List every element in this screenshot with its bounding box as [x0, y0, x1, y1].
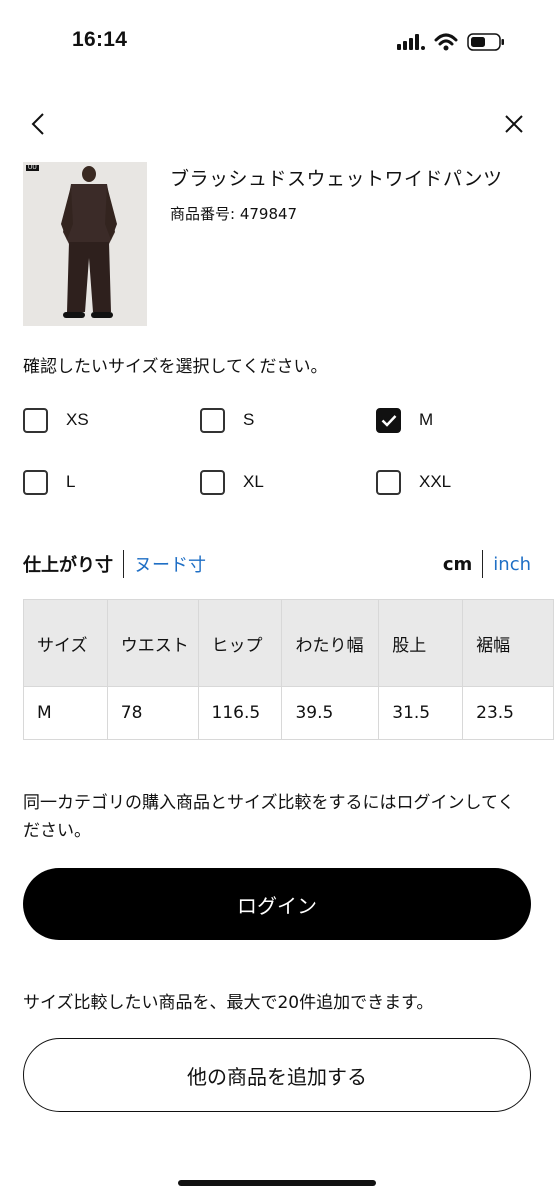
product-image[interactable]: UU	[23, 162, 147, 326]
size-option-m[interactable]: M	[376, 404, 433, 436]
size-option-xs[interactable]: XS	[23, 404, 89, 436]
login-button[interactable]: ログイン	[23, 868, 531, 940]
status-icons	[396, 30, 506, 54]
finished-size-tab[interactable]: 仕上がり寸	[23, 551, 113, 577]
table-header-row: サイズ ウエスト ヒップ わたり幅 股上 裾幅	[23, 599, 554, 687]
back-button[interactable]	[18, 104, 58, 144]
table-cell: 31.5	[378, 686, 464, 740]
chevron-left-icon	[31, 113, 44, 135]
compare-login-message: 同一カテゴリの購入商品とサイズ比較をするにはログインしてください。	[23, 793, 515, 841]
table-header: 股上	[378, 599, 464, 687]
checkmark-icon	[381, 414, 396, 427]
size-option-label: XL	[243, 472, 264, 491]
table-cell: 116.5	[197, 686, 283, 740]
home-indicator[interactable]	[178, 1180, 376, 1186]
table-header: 裾幅	[462, 599, 554, 687]
nude-size-tab[interactable]: ヌード寸	[134, 551, 206, 577]
size-option-label: XS	[66, 410, 89, 429]
table-cell: 78	[106, 686, 199, 740]
status-time: 16:14	[72, 28, 128, 51]
size-option-label: M	[419, 410, 434, 429]
product-name: ブラッシュドスウェットワイドパンツ	[170, 168, 503, 190]
table-cell: 23.5	[462, 686, 554, 740]
add-products-message: サイズ比較したい商品を、最大で20件追加できます。	[23, 993, 434, 1013]
divider	[123, 550, 124, 578]
size-select-prompt: 確認したいサイズを選択してください。	[23, 357, 328, 377]
checkbox-checked[interactable]	[376, 407, 401, 433]
close-icon	[505, 115, 523, 133]
checkbox[interactable]	[376, 469, 401, 495]
table-cell: 39.5	[281, 686, 380, 740]
size-option-label: L	[66, 472, 76, 491]
table-header: サイズ	[23, 599, 108, 687]
size-option-xl[interactable]: XL	[200, 466, 264, 498]
measurement-toggle-row: 仕上がり寸 ヌード寸 cm inch	[23, 548, 531, 580]
size-option-s[interactable]: S	[200, 404, 254, 436]
size-option-l[interactable]: L	[23, 466, 75, 498]
table-cell: M	[23, 686, 108, 740]
unit-cm-toggle[interactable]: cm	[443, 554, 472, 575]
table-header: わたり幅	[281, 599, 380, 687]
product-code: 商品番号: 479847	[170, 205, 298, 223]
checkbox[interactable]	[23, 407, 48, 433]
battery-icon	[467, 33, 504, 51]
table-header: ウエスト	[106, 599, 199, 687]
size-option-label: XXL	[419, 472, 452, 491]
checkbox[interactable]	[23, 469, 48, 495]
checkbox[interactable]	[200, 469, 225, 495]
cellular-signal-icon	[397, 33, 504, 51]
table-row: M 78 116.5 39.5 31.5 23.5	[23, 686, 554, 740]
divider	[482, 550, 484, 578]
size-option-label: S	[243, 410, 255, 429]
brand-badge: UU	[26, 165, 39, 171]
size-option-xxl[interactable]: XXL	[376, 466, 451, 498]
size-table: サイズ ウエスト ヒップ わたり幅 股上 裾幅 M 78 116.5 39.5 …	[23, 599, 554, 740]
table-header: ヒップ	[197, 599, 283, 687]
add-products-button[interactable]: 他の商品を追加する	[23, 1038, 531, 1112]
unit-inch-toggle[interactable]: inch	[493, 554, 531, 575]
wifi-icon	[434, 33, 458, 51]
checkbox[interactable]	[200, 407, 225, 433]
close-button[interactable]	[494, 104, 534, 144]
